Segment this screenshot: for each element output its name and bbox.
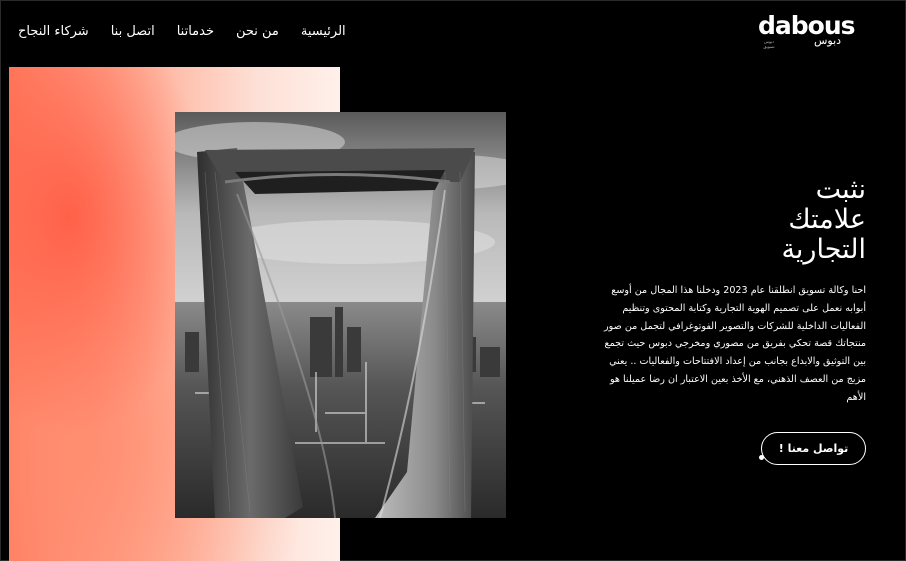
headline-line-1: نثبت (815, 174, 866, 205)
headline-line-3: التجارية (781, 234, 866, 265)
hero-image (175, 112, 506, 518)
contact-us-label: تواصل معنا ! (778, 442, 849, 455)
logo-arabic: دبوس (814, 34, 842, 47)
headline-line-2: علامتك (788, 204, 866, 235)
nav-item-partners[interactable]: شركاء النجاح (18, 22, 89, 42)
brand-logo[interactable]: dabous دبوس دبوس تسويق (758, 12, 868, 50)
logo-tagline: دبوس تسويق (763, 39, 775, 49)
contact-us-button[interactable]: تواصل معنا ! (759, 432, 866, 465)
main-nav: الرئيسية من نحن خدماتنا اتصل بنا شركاء ا… (18, 22, 346, 42)
button-dot-decoration (759, 455, 764, 460)
nav-item-home[interactable]: الرئيسية (301, 22, 346, 42)
nav-item-contact[interactable]: اتصل بنا (111, 22, 155, 42)
hero-description: احنا وكالة تسويق انطلقنا عام 2023 ودخلنا… (604, 285, 866, 403)
hero-headline: نثبت علامتك التجارية (666, 175, 866, 265)
nav-item-about[interactable]: من نحن (236, 22, 279, 42)
nav-item-services[interactable]: خدماتنا (177, 22, 214, 42)
